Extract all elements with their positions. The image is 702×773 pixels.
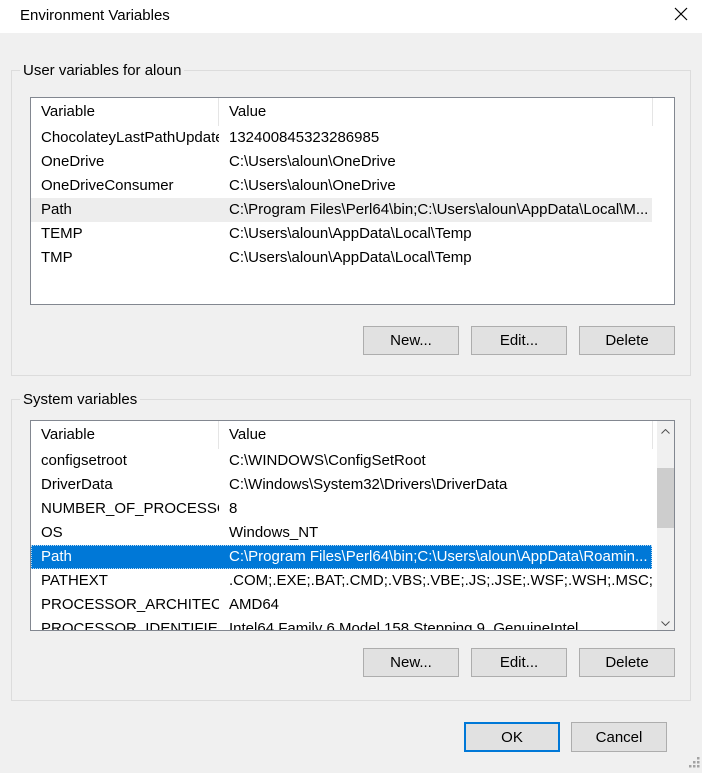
table-row[interactable]: TMP C:\Users\aloun\AppData\Local\Temp xyxy=(31,246,652,270)
resize-grip-icon[interactable] xyxy=(687,756,700,769)
variable-cell: configsetroot xyxy=(31,449,219,473)
variable-cell: NUMBER_OF_PROCESSORS xyxy=(31,497,219,521)
variable-cell: PATHEXT xyxy=(31,569,219,593)
scroll-up-button[interactable] xyxy=(657,421,674,438)
variable-cell: OneDriveConsumer xyxy=(31,174,219,198)
value-cell: Windows_NT xyxy=(219,521,652,545)
system-list-header: Variable Value xyxy=(31,421,674,449)
user-variables-group: User variables for aloun Variable Value … xyxy=(11,70,691,376)
table-row[interactable]: PROCESSOR_ARCHITECTU... AMD64 xyxy=(31,593,652,617)
window-title: Environment Variables xyxy=(20,0,170,32)
variable-cell: DriverData xyxy=(31,473,219,497)
table-row[interactable]: PATHEXT .COM;.EXE;.BAT;.CMD;.VBS;.VBE;.J… xyxy=(31,569,652,593)
user-variables-group-label: User variables for aloun xyxy=(20,62,184,79)
variable-cell: Path xyxy=(31,198,219,222)
table-row[interactable]: PROCESSOR_IDENTIFIER Intel64 Family 6 Mo… xyxy=(31,617,652,631)
system-variables-group: System variables Variable Value configse… xyxy=(11,399,691,701)
system-edit-button[interactable]: Edit... xyxy=(471,648,567,677)
close-button[interactable] xyxy=(664,0,698,32)
cancel-button[interactable]: Cancel xyxy=(571,722,667,752)
variable-cell: ChocolateyLastPathUpdate xyxy=(31,126,219,150)
table-row[interactable]: Path C:\Program Files\Perl64\bin;C:\User… xyxy=(31,198,652,222)
value-cell: C:\Users\aloun\AppData\Local\Temp xyxy=(219,222,652,246)
variable-cell: OneDrive xyxy=(31,150,219,174)
table-row[interactable]: Path C:\Program Files\Perl64\bin;C:\User… xyxy=(31,545,652,569)
ok-button[interactable]: OK xyxy=(464,722,560,752)
value-cell: .COM;.EXE;.BAT;.CMD;.VBS;.VBE;.JS;.JSE;.… xyxy=(219,569,652,593)
user-variables-list: Variable Value ChocolateyLastPathUpdate … xyxy=(30,97,675,305)
close-icon xyxy=(674,7,688,25)
user-delete-button[interactable]: Delete xyxy=(579,326,675,355)
table-row[interactable]: ChocolateyLastPathUpdate 132400845323286… xyxy=(31,126,652,150)
value-cell: C:\Users\aloun\OneDrive xyxy=(219,174,652,198)
table-row[interactable]: OS Windows_NT xyxy=(31,521,652,545)
system-delete-button[interactable]: Delete xyxy=(579,648,675,677)
chevron-up-icon xyxy=(661,421,670,438)
system-variables-list: Variable Value configsetroot C:\WINDOWS\… xyxy=(30,420,675,631)
value-cell: C:\Windows\System32\Drivers\DriverData xyxy=(219,473,652,497)
value-cell: 8 xyxy=(219,497,652,521)
column-header-value[interactable]: Value xyxy=(219,421,653,449)
value-cell: Intel64 Family 6 Model 158 Stepping 9, G… xyxy=(219,617,652,631)
variable-cell: Path xyxy=(31,545,219,569)
value-cell: C:\WINDOWS\ConfigSetRoot xyxy=(219,449,652,473)
column-header-variable[interactable]: Variable xyxy=(31,421,219,449)
value-cell: C:\Users\aloun\OneDrive xyxy=(219,150,652,174)
variable-cell: TEMP xyxy=(31,222,219,246)
value-cell: C:\Users\aloun\AppData\Local\Temp xyxy=(219,246,652,270)
table-row[interactable]: NUMBER_OF_PROCESSORS 8 xyxy=(31,497,652,521)
value-cell: AMD64 xyxy=(219,593,652,617)
value-cell: C:\Program Files\Perl64\bin;C:\Users\alo… xyxy=(219,545,652,569)
variable-cell: OS xyxy=(31,521,219,545)
system-new-button[interactable]: New... xyxy=(363,648,459,677)
table-row[interactable]: TEMP C:\Users\aloun\AppData\Local\Temp xyxy=(31,222,652,246)
variable-cell: PROCESSOR_ARCHITECTU... xyxy=(31,593,219,617)
system-list-rows: configsetroot C:\WINDOWS\ConfigSetRoot D… xyxy=(31,449,674,631)
table-row[interactable]: configsetroot C:\WINDOWS\ConfigSetRoot xyxy=(31,449,652,473)
variable-cell: PROCESSOR_IDENTIFIER xyxy=(31,617,219,631)
table-row[interactable]: OneDriveConsumer C:\Users\aloun\OneDrive xyxy=(31,174,652,198)
column-header-variable[interactable]: Variable xyxy=(31,98,219,126)
scrollbar-thumb[interactable] xyxy=(657,468,674,528)
user-new-button[interactable]: New... xyxy=(363,326,459,355)
titlebar: Environment Variables xyxy=(0,0,702,33)
user-list-header: Variable Value xyxy=(31,98,674,126)
system-variables-group-label: System variables xyxy=(20,391,140,408)
variable-cell: TMP xyxy=(31,246,219,270)
value-cell: 132400845323286985 xyxy=(219,126,652,150)
table-row[interactable]: OneDrive C:\Users\aloun\OneDrive xyxy=(31,150,652,174)
vertical-scrollbar[interactable] xyxy=(657,421,674,630)
user-list-rows: ChocolateyLastPathUpdate 132400845323286… xyxy=(31,126,674,270)
table-row[interactable]: DriverData C:\Windows\System32\Drivers\D… xyxy=(31,473,652,497)
user-edit-button[interactable]: Edit... xyxy=(471,326,567,355)
scroll-down-button[interactable] xyxy=(657,613,674,630)
environment-variables-dialog: { "window": { "title": "Environment Vari… xyxy=(0,0,702,771)
value-cell: C:\Program Files\Perl64\bin;C:\Users\alo… xyxy=(219,198,652,222)
chevron-down-icon xyxy=(661,613,670,630)
column-header-value[interactable]: Value xyxy=(219,98,653,126)
